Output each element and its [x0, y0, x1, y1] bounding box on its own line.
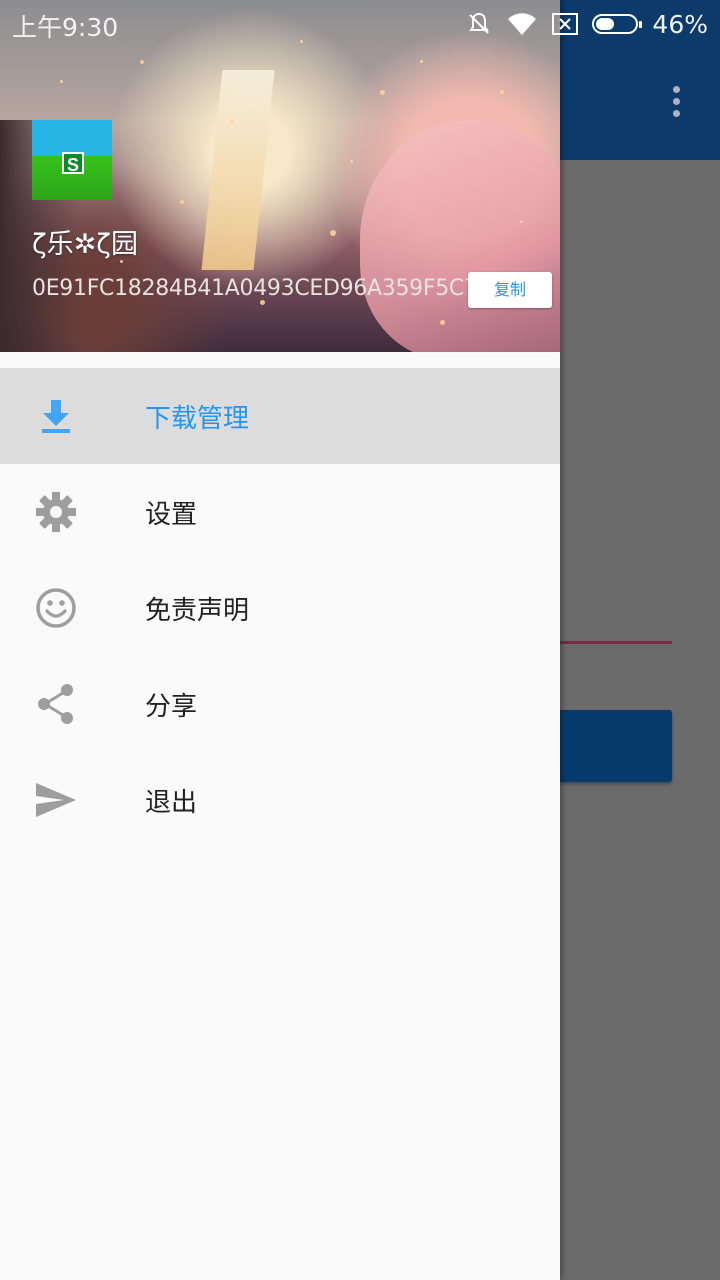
drawer-menu: 下载管理 设置 免责声明 分享 退出 — [0, 368, 560, 848]
menu-item-settings[interactable]: 设置 — [0, 464, 560, 560]
header-sparkle — [180, 200, 184, 204]
header-illustration-figure — [360, 120, 560, 352]
header-sparkle — [380, 90, 385, 95]
send-icon — [34, 778, 78, 822]
menu-label: 免责声明 — [145, 595, 250, 626]
status-bar: 上午9:30 46% — [0, 0, 720, 48]
avatar[interactable]: S — [32, 120, 112, 200]
header-sparkle — [350, 160, 353, 163]
menu-label: 退出 — [145, 787, 198, 818]
battery-icon — [592, 14, 643, 34]
download-icon — [34, 394, 78, 438]
header-sparkle — [500, 90, 504, 94]
mute-icon — [469, 12, 490, 34]
battery-percent: 46% — [652, 9, 708, 39]
app-input-underline — [560, 641, 672, 644]
overflow-menu-icon[interactable] — [664, 86, 688, 122]
smiley-icon — [34, 586, 78, 630]
menu-label: 分享 — [145, 691, 198, 722]
sim-off-icon — [552, 13, 579, 35]
header-sparkle — [520, 220, 523, 223]
app-primary-button[interactable] — [560, 710, 672, 782]
menu-item-disclaimer[interactable]: 免责声明 — [0, 560, 560, 656]
user-name: ζ乐✲ζ园 — [32, 229, 138, 260]
device-id: 0E91FC18284B41A0493CED96A359F5C7 — [32, 276, 478, 301]
battery-fill — [596, 18, 614, 30]
header-illustration-tower — [201, 70, 275, 270]
menu-item-exit[interactable]: 退出 — [0, 752, 560, 848]
header-sparkle — [330, 230, 336, 236]
header-sparkle — [440, 320, 445, 325]
header-sparkle — [140, 60, 144, 64]
header-sparkle — [60, 80, 63, 83]
gear-icon — [34, 490, 78, 534]
status-icons: 46% — [466, 8, 708, 40]
header-sparkle — [230, 120, 234, 124]
header-sparkle — [420, 60, 423, 63]
status-time: 上午9:30 — [12, 13, 119, 42]
share-icon — [34, 682, 78, 726]
navigation-drawer: S ζ乐✲ζ园 0E91FC18284B41A0493CED96A359F5C7… — [0, 0, 560, 1280]
copy-button[interactable]: 复制 — [468, 272, 552, 308]
menu-label: 设置 — [145, 499, 198, 530]
app-logo-icon: S — [62, 152, 84, 175]
menu-item-share[interactable]: 分享 — [0, 656, 560, 752]
menu-item-download-manager[interactable]: 下载管理 — [0, 368, 560, 464]
wifi-icon — [508, 13, 537, 35]
menu-label: 下载管理 — [145, 403, 250, 434]
drawer-header: S ζ乐✲ζ园 0E91FC18284B41A0493CED96A359F5C7… — [0, 0, 560, 352]
